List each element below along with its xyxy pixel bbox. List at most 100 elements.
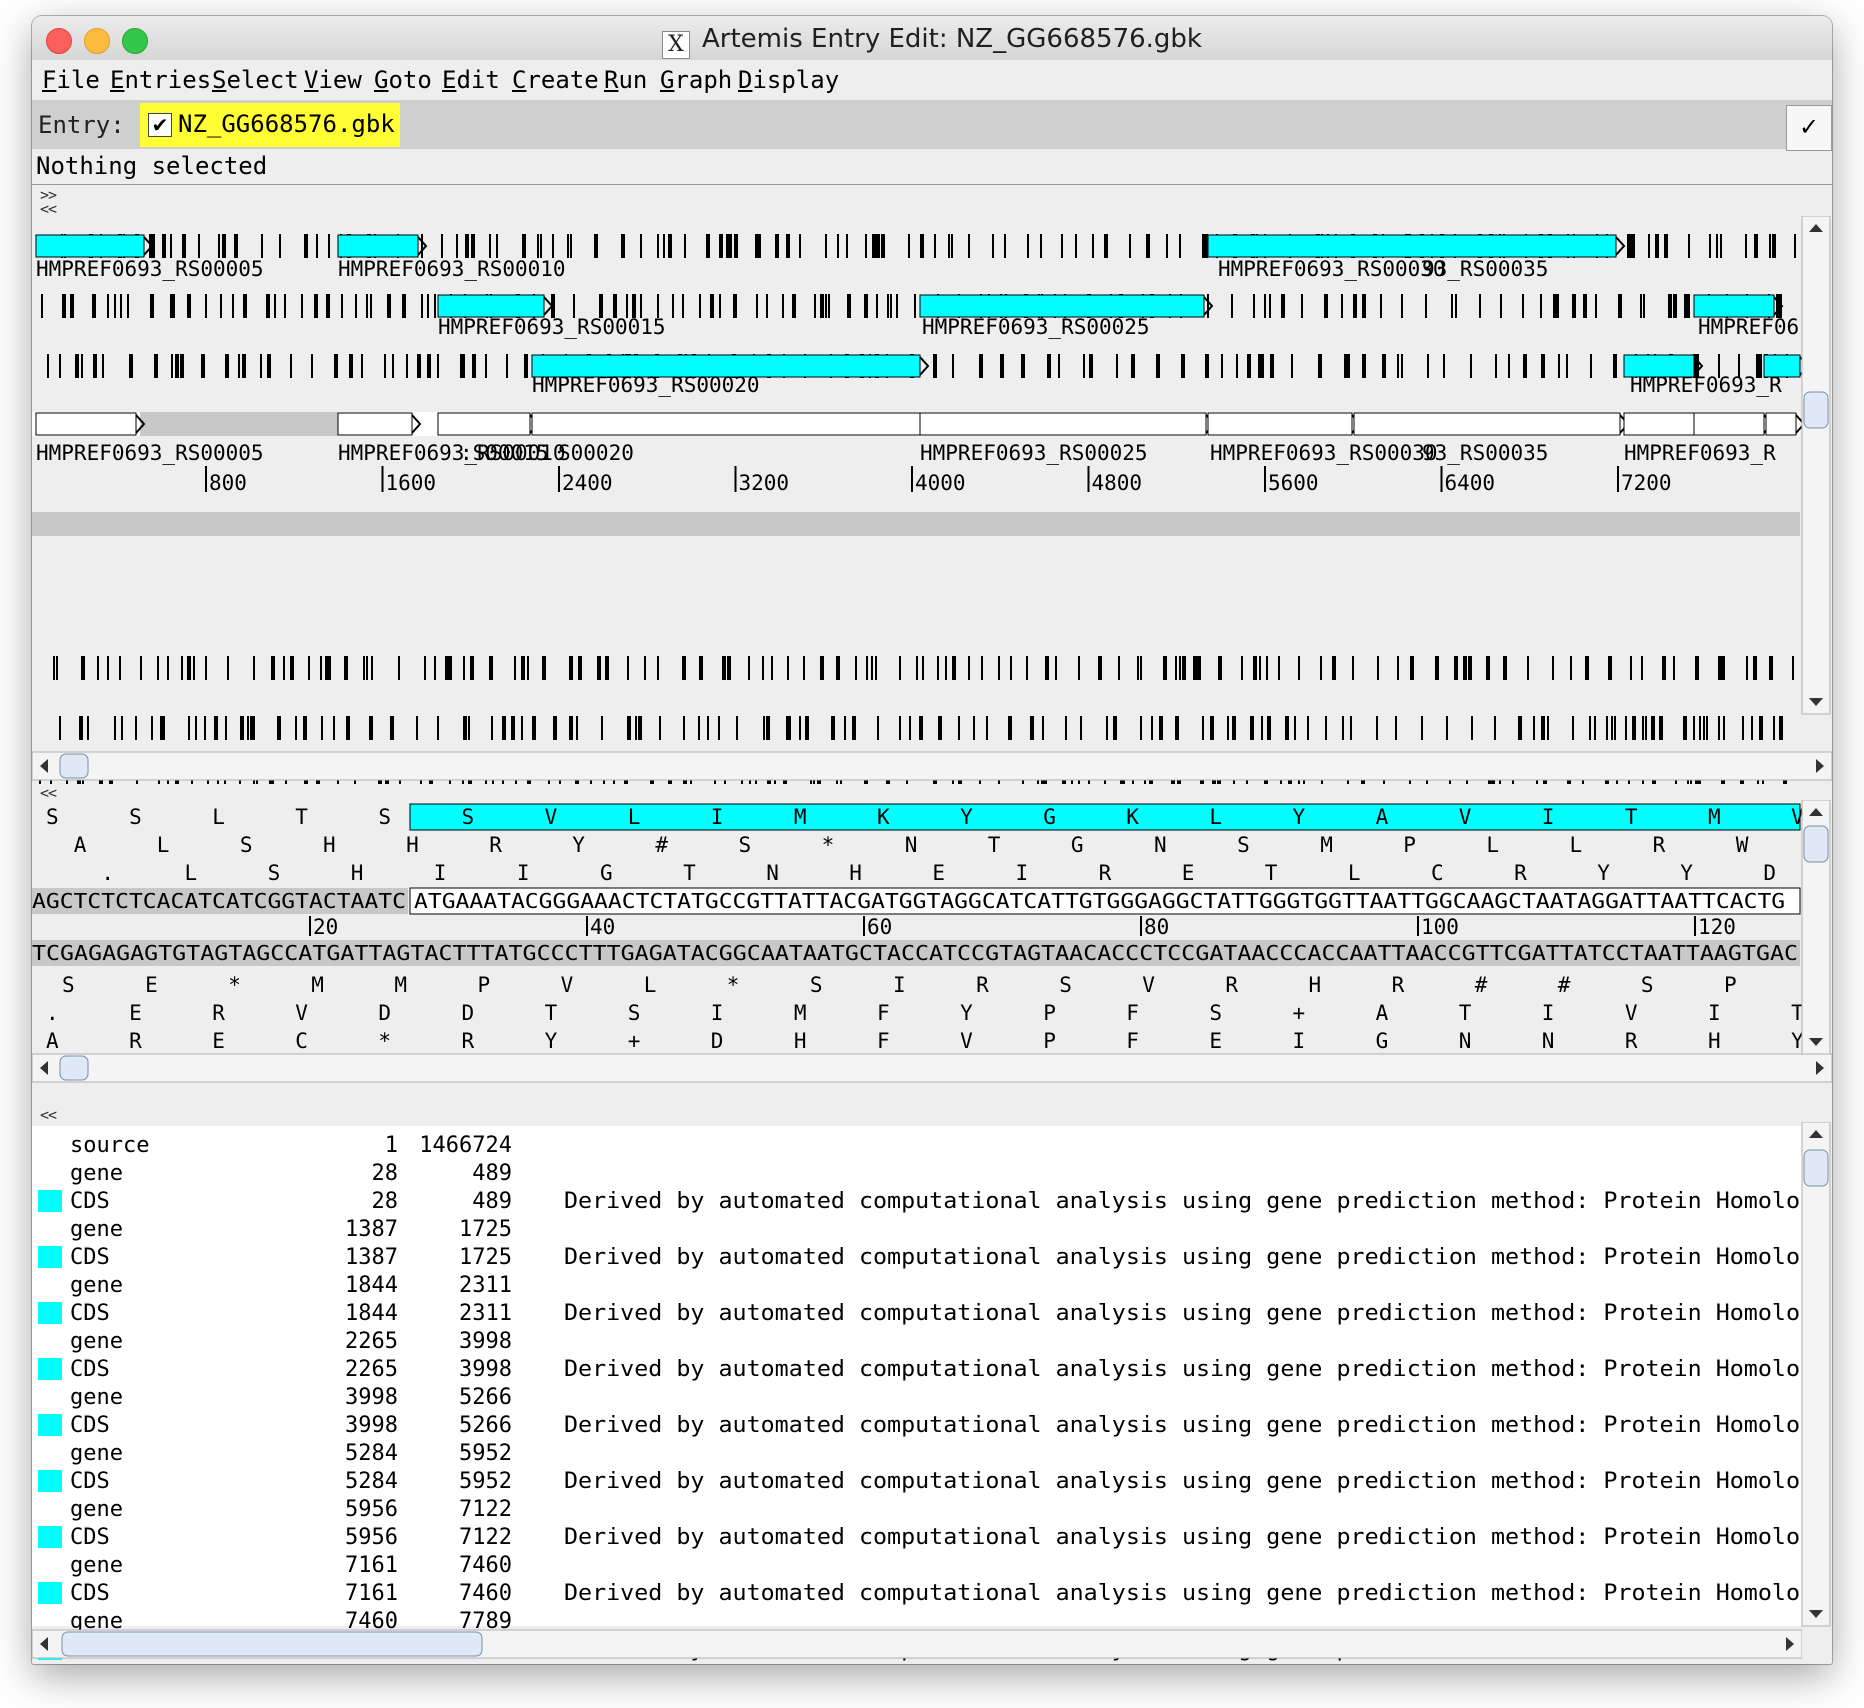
overview-horizontal-scrollbar-thumb[interactable] <box>59 753 89 779</box>
stop-codon-mark <box>1595 294 1597 318</box>
stop-codon-mark <box>570 234 572 258</box>
stop-codon-mark <box>421 234 423 258</box>
overview-vertical-scrollbar-thumb[interactable] <box>1803 391 1829 429</box>
menu-graph-mnemonic: G <box>660 66 675 94</box>
gene-feature[interactable] <box>1623 412 1695 436</box>
sequence-horizontal-scrollbar[interactable] <box>32 1053 1832 1083</box>
stop-codon-mark <box>1281 294 1285 318</box>
cds-feature[interactable] <box>1693 294 1775 318</box>
feature-start: 1844 <box>345 1301 398 1326</box>
stop-codon-mark <box>1533 716 1535 740</box>
resize-grip[interactable] <box>1802 1630 1832 1658</box>
stop-codon-mark <box>706 234 710 258</box>
amino-acid: I <box>1293 1029 1306 1053</box>
amino-acid: R <box>489 833 502 857</box>
stop-codon-mark <box>1264 294 1266 318</box>
collapse-feature-list-button[interactable]: << <box>40 1108 57 1123</box>
stop-codon-mark <box>355 294 357 318</box>
cds-feature[interactable] <box>337 234 419 258</box>
reverse-dna: TCGAGAGAGTGTAGTAGCCATGATTAGTACTTTATGCCCT… <box>32 941 1798 965</box>
stop-codon-mark <box>934 234 936 258</box>
sequence-view-panel[interactable]: SSLTSSVLIMKYGKLYAVITMVGIIVGGYWVVNWQANRIN… <box>32 800 1832 1106</box>
stop-codon-mark <box>205 294 207 318</box>
stop-codon-mark <box>831 716 835 740</box>
stop-codon-mark <box>511 716 515 740</box>
overview-horizontal-scrollbar[interactable] <box>32 751 1832 781</box>
stop-codon-mark <box>1075 234 1077 258</box>
stop-codon-mark <box>1179 656 1181 680</box>
stop-codon-mark <box>392 354 394 378</box>
stop-codon-mark <box>1259 656 1261 680</box>
amino-acid: . <box>46 1001 59 1025</box>
stop-codon-mark <box>733 294 737 318</box>
stop-codon-mark <box>346 716 350 740</box>
gene-feature[interactable] <box>919 412 1207 436</box>
feature-list-panel[interactable]: source 1 1466724 gene 28 489 CDS 28 489 Derived b… <box>32 1122 1832 1664</box>
stop-codon-mark <box>240 716 244 740</box>
stop-codon-mark <box>1269 294 1271 318</box>
menu-create[interactable]: Create <box>512 66 599 94</box>
menu-entries[interactable]: Entries <box>110 66 211 94</box>
menu-edit[interactable]: Edit <box>442 66 500 94</box>
collapse-sequence-button[interactable]: << <box>40 786 57 801</box>
amino-acid: M <box>394 973 407 997</box>
stop-codon-mark <box>448 656 452 680</box>
amino-acid: V <box>561 973 574 997</box>
menu-display[interactable]: Display <box>738 66 839 94</box>
cds-feature[interactable] <box>919 294 1205 318</box>
stop-codon-mark <box>274 294 276 318</box>
sequence-vertical-scrollbar-thumb[interactable] <box>1803 825 1829 863</box>
stop-codon-mark <box>402 294 406 318</box>
stop-codon-mark <box>759 234 761 258</box>
feature-list-horizontal-scrollbar-thumb[interactable] <box>61 1631 483 1657</box>
ruler-label: 7200 <box>1621 471 1672 495</box>
feature-start: 7161 <box>345 1581 398 1606</box>
cds-feature[interactable] <box>1207 234 1617 258</box>
gene-feature[interactable] <box>1353 412 1621 436</box>
menu-graph[interactable]: Graph <box>660 66 732 94</box>
stop-codon-mark <box>670 234 672 258</box>
overview-vertical-scrollbar[interactable] <box>1801 216 1831 715</box>
gene-feature[interactable] <box>1693 412 1765 436</box>
feature-list-vertical-scrollbar[interactable] <box>1801 1122 1831 1627</box>
feature-label: HMPREF0693_RS00025 <box>922 315 1150 339</box>
stop-codon-mark <box>820 294 824 318</box>
collapse-overview-button[interactable]: << <box>40 202 57 217</box>
ok-check-button[interactable]: ✓ <box>1786 105 1832 151</box>
amino-acid: M <box>311 973 324 997</box>
entry-toggle[interactable]: ✔ NZ_GG668576.gbk <box>140 103 400 147</box>
menu-select[interactable]: Select <box>212 66 299 94</box>
sequence-ruler-label: 100 <box>1421 915 1459 939</box>
amino-acid: N <box>766 861 779 885</box>
stop-codon-mark <box>724 656 726 680</box>
menu-run[interactable]: Run <box>604 66 647 94</box>
menu-goto-label: oto <box>388 66 432 94</box>
gene-feature[interactable] <box>1765 412 1797 436</box>
menu-view[interactable]: View <box>304 66 362 94</box>
entry-checkbox[interactable]: ✔ <box>148 113 172 137</box>
menu-goto[interactable]: Goto <box>374 66 432 94</box>
amino-acid: L <box>1570 833 1583 857</box>
stop-codon-mark <box>1543 354 1545 378</box>
gene-feature[interactable] <box>437 412 531 436</box>
feature-overview-panel[interactable]: HMPREF0693_RS00005 HMPREF0693_RS00010 HMPR… <box>32 216 1832 784</box>
ruler-label: 3200 <box>739 471 790 495</box>
gene-feature[interactable] <box>1207 412 1353 436</box>
stop-codon-mark <box>1241 656 1243 680</box>
stop-codon-mark <box>1098 656 1102 680</box>
menu-file[interactable]: File <box>42 66 100 94</box>
amino-acid: I <box>1708 1001 1721 1025</box>
stop-codon-mark <box>514 656 516 680</box>
x11-icon: X <box>662 31 690 59</box>
stop-codon-mark <box>1325 716 1327 740</box>
cds-feature[interactable] <box>437 294 545 318</box>
stop-codon-mark <box>188 716 190 740</box>
sequence-horizontal-scrollbar-thumb[interactable] <box>59 1055 89 1081</box>
gene-feature[interactable] <box>337 412 413 436</box>
amino-acid: G <box>1071 833 1084 857</box>
gene-feature[interactable] <box>35 412 137 436</box>
selected-cds-band[interactable] <box>409 803 1801 831</box>
cds-feature[interactable] <box>35 234 145 258</box>
gene-feature[interactable] <box>531 412 925 436</box>
feature-list-vertical-scrollbar-thumb[interactable] <box>1803 1149 1829 1187</box>
